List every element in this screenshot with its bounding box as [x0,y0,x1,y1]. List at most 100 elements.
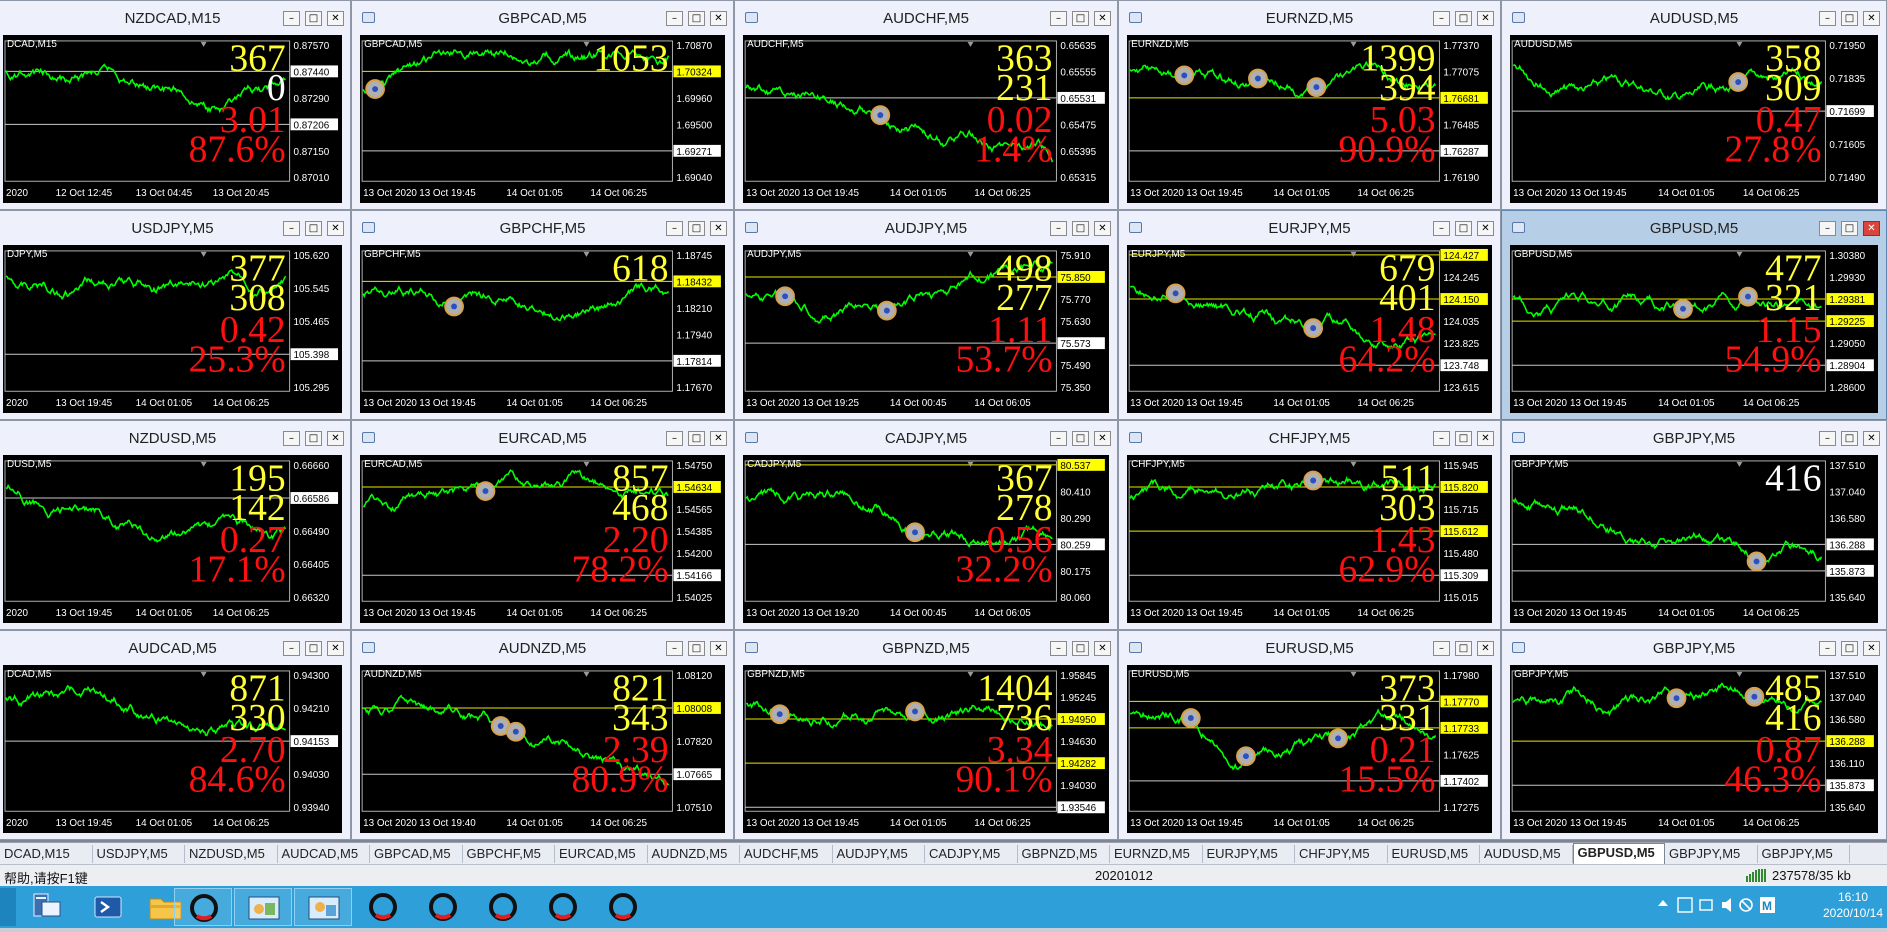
close-button[interactable]: ✕ [1477,641,1494,656]
maximize-button[interactable]: □ [305,431,322,446]
chart-window-audcad[interactable]: AUDCAD,M5–□✕0.943000.942100.941530.94030… [0,630,351,840]
close-button[interactable]: ✕ [1477,431,1494,446]
close-button[interactable]: ✕ [1477,11,1494,26]
maximize-button[interactable]: □ [1841,221,1858,236]
chart-tab[interactable]: GBPCAD,M5 [370,845,463,863]
price-chart[interactable]: 1.95845 1.95245 1.94950 1.94630 1.94282 1.940… [743,665,1109,833]
maximize-button[interactable]: □ [305,11,322,26]
chart-titlebar[interactable]: GBPCAD,M5– □ ✕ [352,1,733,35]
remote-app-icon[interactable] [294,888,352,926]
price-chart[interactable]: 1.54750 1.54634 1.54565 1.54385 1.54200 1.541… [360,455,725,623]
maximize-button[interactable]: □ [1841,641,1858,656]
close-button[interactable]: ✕ [327,431,344,446]
close-button[interactable]: ✕ [1863,431,1880,446]
close-button[interactable]: ✕ [1094,641,1111,656]
close-button[interactable]: ✕ [1094,221,1111,236]
chart-tab[interactable]: GBPNZD,M5 [1018,845,1110,863]
chart-window-gbpcad[interactable]: GBPCAD,M5 –□ ✕ 1.70870 1.70324 1.69960 1.69500… [351,0,734,210]
price-chart[interactable]: 1.17980 1.17770 1.17733 1.17625 1.17402 1.172… [1127,665,1492,833]
close-button[interactable]: ✕ [327,641,344,656]
minimize-button[interactable]: – [1050,221,1067,236]
chart-window-nzdusd[interactable]: NZDUSD,M5–□✕0.666600.665860.664900.66405… [0,420,351,630]
minimize-button[interactable]: – [1050,431,1067,446]
chart-tab[interactable]: CADJPY,M5 [925,845,1018,863]
chart-titlebar[interactable]: AUDCAD,M5– □ ✕ [0,631,350,665]
mt4-app-icon-3[interactable] [414,888,472,926]
price-chart[interactable]: 0.65635 0.65555 0.65531 0.65475 0.65395 0.653… [743,35,1109,203]
maximize-button[interactable]: □ [1072,221,1089,236]
price-chart[interactable]: 1.77370 1.77075 1.76681 1.76485 1.76287 1.761… [1127,35,1492,203]
powershell-icon[interactable] [83,888,133,926]
chart-titlebar[interactable]: EURJPY,M5– □ ✕ [1119,211,1500,245]
chart-window-nzdcad[interactable]: NZDCAD,M15–□✕0.875700.874400.872900.8720… [0,0,351,210]
minimize-button[interactable]: – [1433,431,1450,446]
chart-titlebar[interactable]: GBPNZD,M5– □ ✕ [735,631,1117,665]
close-button[interactable]: ✕ [1477,221,1494,236]
maximize-button[interactable]: □ [305,221,322,236]
minimize-button[interactable]: – [1433,641,1450,656]
chart-tab[interactable]: AUDNZD,M5 [648,845,740,863]
chart-window-gbpusd[interactable]: GBPUSD,M5 –□ ✕ 1.30380 1.29930 1.29381 1.29225… [1501,210,1887,420]
chart-titlebar[interactable]: EURNZD,M5– □ ✕ [1119,1,1500,35]
chart-titlebar[interactable]: NZDUSD,M5– □ ✕ [0,421,350,455]
chart-titlebar[interactable]: AUDUSD,M5– □ ✕ [1502,1,1886,35]
close-button[interactable]: ✕ [1094,11,1111,26]
mt4-app-icon-5[interactable] [534,888,592,926]
price-chart[interactable]: 75.910 75.850 75.770 75.630 75.573 75.490 75.3… [743,245,1109,413]
chart-titlebar[interactable]: CADJPY,M5– □ ✕ [735,421,1117,455]
maximize-button[interactable]: □ [305,641,322,656]
chart-tab[interactable]: NZDUSD,M5 [185,845,278,863]
chart-tab[interactable]: EURNZD,M5 [1110,845,1203,863]
close-button[interactable]: ✕ [1863,641,1880,656]
maximize-button[interactable]: □ [1841,431,1858,446]
close-button[interactable]: ✕ [710,221,727,236]
chart-window-gbpjpy[interactable]: GBPJPY,M5 –□ ✕ 137.510 137.040 136.580 136.288… [1501,420,1887,630]
price-chart[interactable]: 124.427 124.245 124.150 124.035 123.825 123.7… [1127,245,1492,413]
maximize-button[interactable]: □ [1455,431,1472,446]
chart-titlebar[interactable]: USDJPY,M5– □ ✕ [0,211,350,245]
minimize-button[interactable]: – [283,431,300,446]
minimize-button[interactable]: – [283,221,300,236]
maximize-button[interactable]: □ [1455,641,1472,656]
price-chart[interactable]: 137.510 137.040 136.580 136.288 135.873 135.6… [1510,455,1878,623]
close-button[interactable]: ✕ [327,11,344,26]
minimize-button[interactable]: – [1433,221,1450,236]
chart-tab[interactable]: GBPJPY,M5 [1758,845,1850,863]
close-button[interactable]: ✕ [710,431,727,446]
minimize-button[interactable]: – [283,11,300,26]
chart-window-audusd[interactable]: AUDUSD,M5 –□ ✕ 0.71950 0.71835 0.71699 0.71605… [1501,0,1887,210]
maximize-button[interactable]: □ [688,431,705,446]
price-chart[interactable]: 1.30380 1.29930 1.29381 1.29225 1.29050 1.289… [1510,245,1878,413]
mt4-app-icon-2[interactable] [354,888,412,926]
maximize-button[interactable]: □ [1841,11,1858,26]
maximize-button[interactable]: □ [1455,221,1472,236]
price-chart[interactable]: 1.081201.080081.078201.076651.075101.080… [360,665,725,833]
chart-window-gbpchf[interactable]: GBPCHF,M5 –□ ✕ 1.18745 1.18432 1.18210 1.17940… [351,210,734,420]
mt4-app-icon-1[interactable] [174,888,232,926]
mt4-app-icon-4[interactable] [474,888,532,926]
chart-window-audchf[interactable]: AUDCHF,M5 –□ ✕ 0.65635 0.65555 0.65531 0.65475… [734,0,1118,210]
chart-window-gbpjpy2[interactable]: GBPJPY,M5 –□ ✕ 137.510 137.040 136.580 136.288… [1501,630,1887,840]
chart-tab[interactable]: USDJPY,M5 [93,845,185,863]
chart-tab[interactable]: EURJPY,M5 [1203,845,1295,863]
chart-window-eurjpy[interactable]: EURJPY,M5 –□ ✕ 124.427 124.245 124.150 124.035… [1118,210,1501,420]
chart-titlebar[interactable]: CHFJPY,M5– □ ✕ [1119,421,1500,455]
chart-tab[interactable]: EURCAD,M5 [555,845,648,863]
maximize-button[interactable]: □ [1072,11,1089,26]
minimize-button[interactable]: – [666,11,683,26]
network-app-icon[interactable] [234,888,292,926]
server-manager-icon[interactable] [22,888,72,926]
minimize-button[interactable]: – [1819,431,1836,446]
chart-titlebar[interactable]: GBPUSD,M5– □ ✕ [1502,211,1886,245]
chart-titlebar[interactable]: AUDNZD,M5– □ ✕ [352,631,733,665]
price-chart[interactable]: 0.87570 0.87440 0.87290 0.87206 0.87150 0.870… [3,35,342,203]
close-button[interactable]: ✕ [710,641,727,656]
price-chart[interactable]: 1.70870 1.70324 1.69960 1.69500 1.69271 1.690… [360,35,725,203]
maximize-button[interactable]: □ [1072,641,1089,656]
chart-tab[interactable]: GBPJPY,M5 [1665,845,1758,863]
price-chart[interactable]: 1.18745 1.18432 1.18210 1.17940 1.17814 1.176… [360,245,725,413]
price-chart[interactable]: 0.719500.718350.716990.716050.714900.716… [1510,35,1878,203]
maximize-button[interactable]: □ [1072,431,1089,446]
close-button[interactable]: ✕ [327,221,344,236]
chart-tab[interactable]: AUDJPY,M5 [833,845,925,863]
